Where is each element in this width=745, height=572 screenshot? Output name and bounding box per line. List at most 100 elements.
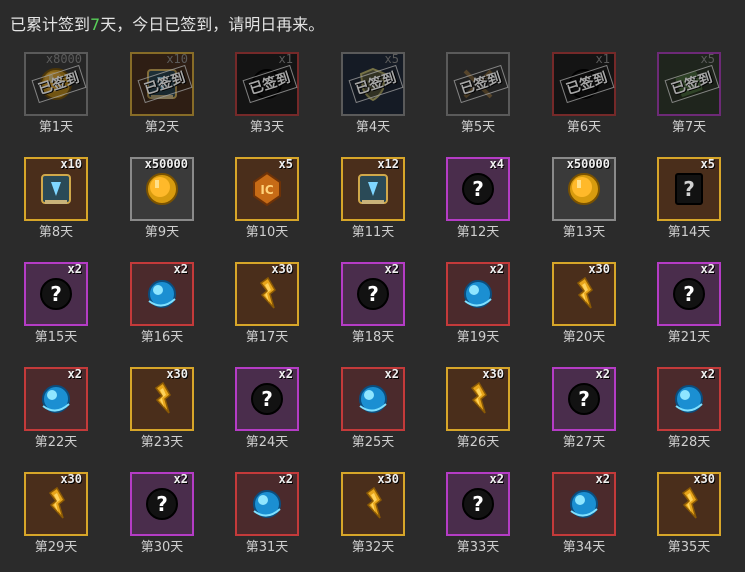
day-label: 第29天 bbox=[34, 540, 78, 555]
reward-slot[interactable]: ? x2 bbox=[657, 262, 721, 326]
reward-slot[interactable]: x1 已签到 bbox=[552, 52, 616, 116]
reward-cell[interactable]: ? x4 第12天 bbox=[440, 157, 520, 257]
reward-cell[interactable]: ? x2 第24天 bbox=[229, 367, 309, 467]
reward-slot[interactable]: ? x2 bbox=[341, 262, 405, 326]
reward-cell[interactable]: x2 第34天 bbox=[546, 472, 626, 572]
reward-cell[interactable]: ? x2 第18天 bbox=[335, 262, 415, 362]
reward-calendar-grid: x8000 已签到 第1天 x10 已签到 第2天 x1 已签到 第3天 x5 已签到 第4天 已签到第… bbox=[0, 0, 745, 567]
reward-cell[interactable]: x8000 已签到 第1天 bbox=[18, 52, 98, 152]
reward-slot[interactable]: x50000 bbox=[552, 157, 616, 221]
reward-slot[interactable]: ? x2 bbox=[24, 262, 88, 326]
reward-slot[interactable]: x10 bbox=[24, 157, 88, 221]
reward-quantity: x30 bbox=[166, 367, 188, 381]
reward-cell[interactable]: x30 第23天 bbox=[124, 367, 204, 467]
reward-cell[interactable]: ? x2 第15天 bbox=[18, 262, 98, 362]
reward-cell[interactable]: ? x2 第27天 bbox=[546, 367, 626, 467]
reward-slot[interactable]: x12 bbox=[341, 157, 405, 221]
reward-quantity: x2 bbox=[384, 367, 399, 381]
day-label: 第5天 bbox=[460, 120, 496, 135]
reward-slot[interactable]: x2 bbox=[130, 262, 194, 326]
reward-cell[interactable]: x30 第17天 bbox=[229, 262, 309, 362]
reward-slot[interactable]: x8000 已签到 bbox=[24, 52, 88, 116]
reward-cell[interactable]: x2 第16天 bbox=[124, 262, 204, 362]
reward-cell[interactable]: IC x5 第10天 bbox=[229, 157, 309, 257]
reward-quantity: x4 bbox=[489, 157, 504, 171]
reward-cell[interactable]: x50000 第9天 bbox=[124, 157, 204, 257]
svg-text:?: ? bbox=[683, 177, 695, 201]
spell-book-icon bbox=[354, 170, 392, 208]
reward-cell[interactable]: x10 第8天 bbox=[18, 157, 98, 257]
day-label: 第23天 bbox=[140, 435, 184, 450]
rune-gem-icon: IC bbox=[248, 170, 286, 208]
reward-cell[interactable]: x2 第19天 bbox=[440, 262, 520, 362]
reward-slot[interactable]: x1 已签到 bbox=[235, 52, 299, 116]
reward-cell[interactable]: x2 第25天 bbox=[335, 367, 415, 467]
reward-cell[interactable]: x10 已签到 第2天 bbox=[124, 52, 204, 152]
reward-slot[interactable]: x5 已签到 bbox=[341, 52, 405, 116]
reward-cell[interactable]: ? x5 第14天 bbox=[651, 157, 731, 257]
reward-slot[interactable]: ? x2 bbox=[235, 367, 299, 431]
blue-energy-orb-icon bbox=[670, 380, 708, 418]
reward-quantity: x2 bbox=[489, 262, 504, 276]
day-label: 第10天 bbox=[245, 225, 289, 240]
svg-text:IC: IC bbox=[260, 183, 273, 197]
reward-cell[interactable]: ? x2 第33天 bbox=[440, 472, 520, 572]
reward-slot[interactable]: x50000 bbox=[130, 157, 194, 221]
gold-shard-icon bbox=[670, 485, 708, 523]
reward-slot[interactable]: ? x5 bbox=[657, 157, 721, 221]
reward-cell[interactable]: x2 第31天 bbox=[229, 472, 309, 572]
reward-quantity: x50000 bbox=[566, 157, 610, 171]
reward-slot[interactable]: IC x5 bbox=[235, 157, 299, 221]
reward-quantity: x2 bbox=[173, 262, 188, 276]
reward-slot[interactable]: x2 bbox=[552, 472, 616, 536]
reward-slot[interactable]: x2 bbox=[235, 472, 299, 536]
reward-cell[interactable]: ? x2 第30天 bbox=[124, 472, 204, 572]
reward-cell[interactable]: x5 已签到 第4天 bbox=[335, 52, 415, 152]
reward-slot[interactable]: x5 已签到 bbox=[657, 52, 721, 116]
reward-slot[interactable]: x30 bbox=[446, 367, 510, 431]
reward-cell[interactable]: ? x2 第21天 bbox=[651, 262, 731, 362]
reward-cell[interactable]: x12 第11天 bbox=[335, 157, 415, 257]
reward-slot[interactable]: ? x2 bbox=[446, 472, 510, 536]
reward-slot[interactable]: x30 bbox=[235, 262, 299, 326]
day-label: 第21天 bbox=[667, 330, 711, 345]
day-label: 第15天 bbox=[34, 330, 78, 345]
reward-cell[interactable]: x2 第22天 bbox=[18, 367, 98, 467]
reward-quantity: x5 bbox=[384, 52, 399, 66]
reward-quantity: x30 bbox=[693, 472, 715, 486]
reward-cell[interactable]: x1 已签到 第3天 bbox=[229, 52, 309, 152]
reward-cell[interactable]: x30 第20天 bbox=[546, 262, 626, 362]
reward-quantity: x2 bbox=[278, 367, 293, 381]
gold-coin-icon bbox=[565, 170, 603, 208]
reward-slot[interactable]: x10 已签到 bbox=[130, 52, 194, 116]
day-label: 第34天 bbox=[562, 540, 606, 555]
reward-cell[interactable]: x30 第29天 bbox=[18, 472, 98, 572]
reward-quantity: x2 bbox=[595, 367, 610, 381]
reward-slot[interactable]: x30 bbox=[130, 367, 194, 431]
reward-cell[interactable]: x30 第32天 bbox=[335, 472, 415, 572]
reward-slot[interactable]: ? x2 bbox=[552, 367, 616, 431]
reward-quantity: x2 bbox=[67, 262, 82, 276]
reward-slot[interactable]: ? x2 bbox=[130, 472, 194, 536]
reward-cell[interactable]: x30 第35天 bbox=[651, 472, 731, 572]
reward-cell[interactable]: x50000 第13天 bbox=[546, 157, 626, 257]
reward-cell[interactable]: x5 已签到 第7天 bbox=[651, 52, 731, 152]
reward-slot[interactable]: x2 bbox=[657, 367, 721, 431]
reward-cell[interactable]: 已签到第5天 bbox=[440, 52, 520, 152]
gold-shard-icon bbox=[459, 380, 497, 418]
reward-slot[interactable]: x30 bbox=[341, 472, 405, 536]
reward-slot[interactable]: x2 bbox=[446, 262, 510, 326]
day-label: 第11天 bbox=[351, 225, 395, 240]
day-label: 第32天 bbox=[351, 540, 395, 555]
reward-cell[interactable]: x2 第28天 bbox=[651, 367, 731, 467]
reward-cell[interactable]: x30 第26天 bbox=[440, 367, 520, 467]
reward-slot[interactable]: x30 bbox=[552, 262, 616, 326]
reward-slot[interactable]: x2 bbox=[341, 367, 405, 431]
reward-slot[interactable]: ? x4 bbox=[446, 157, 510, 221]
reward-cell[interactable]: x1 已签到 第6天 bbox=[546, 52, 626, 152]
reward-slot[interactable]: x30 bbox=[657, 472, 721, 536]
reward-slot[interactable]: x2 bbox=[24, 367, 88, 431]
svg-text:?: ? bbox=[156, 492, 168, 516]
reward-slot[interactable]: x30 bbox=[24, 472, 88, 536]
reward-slot[interactable]: 已签到 bbox=[446, 52, 510, 116]
